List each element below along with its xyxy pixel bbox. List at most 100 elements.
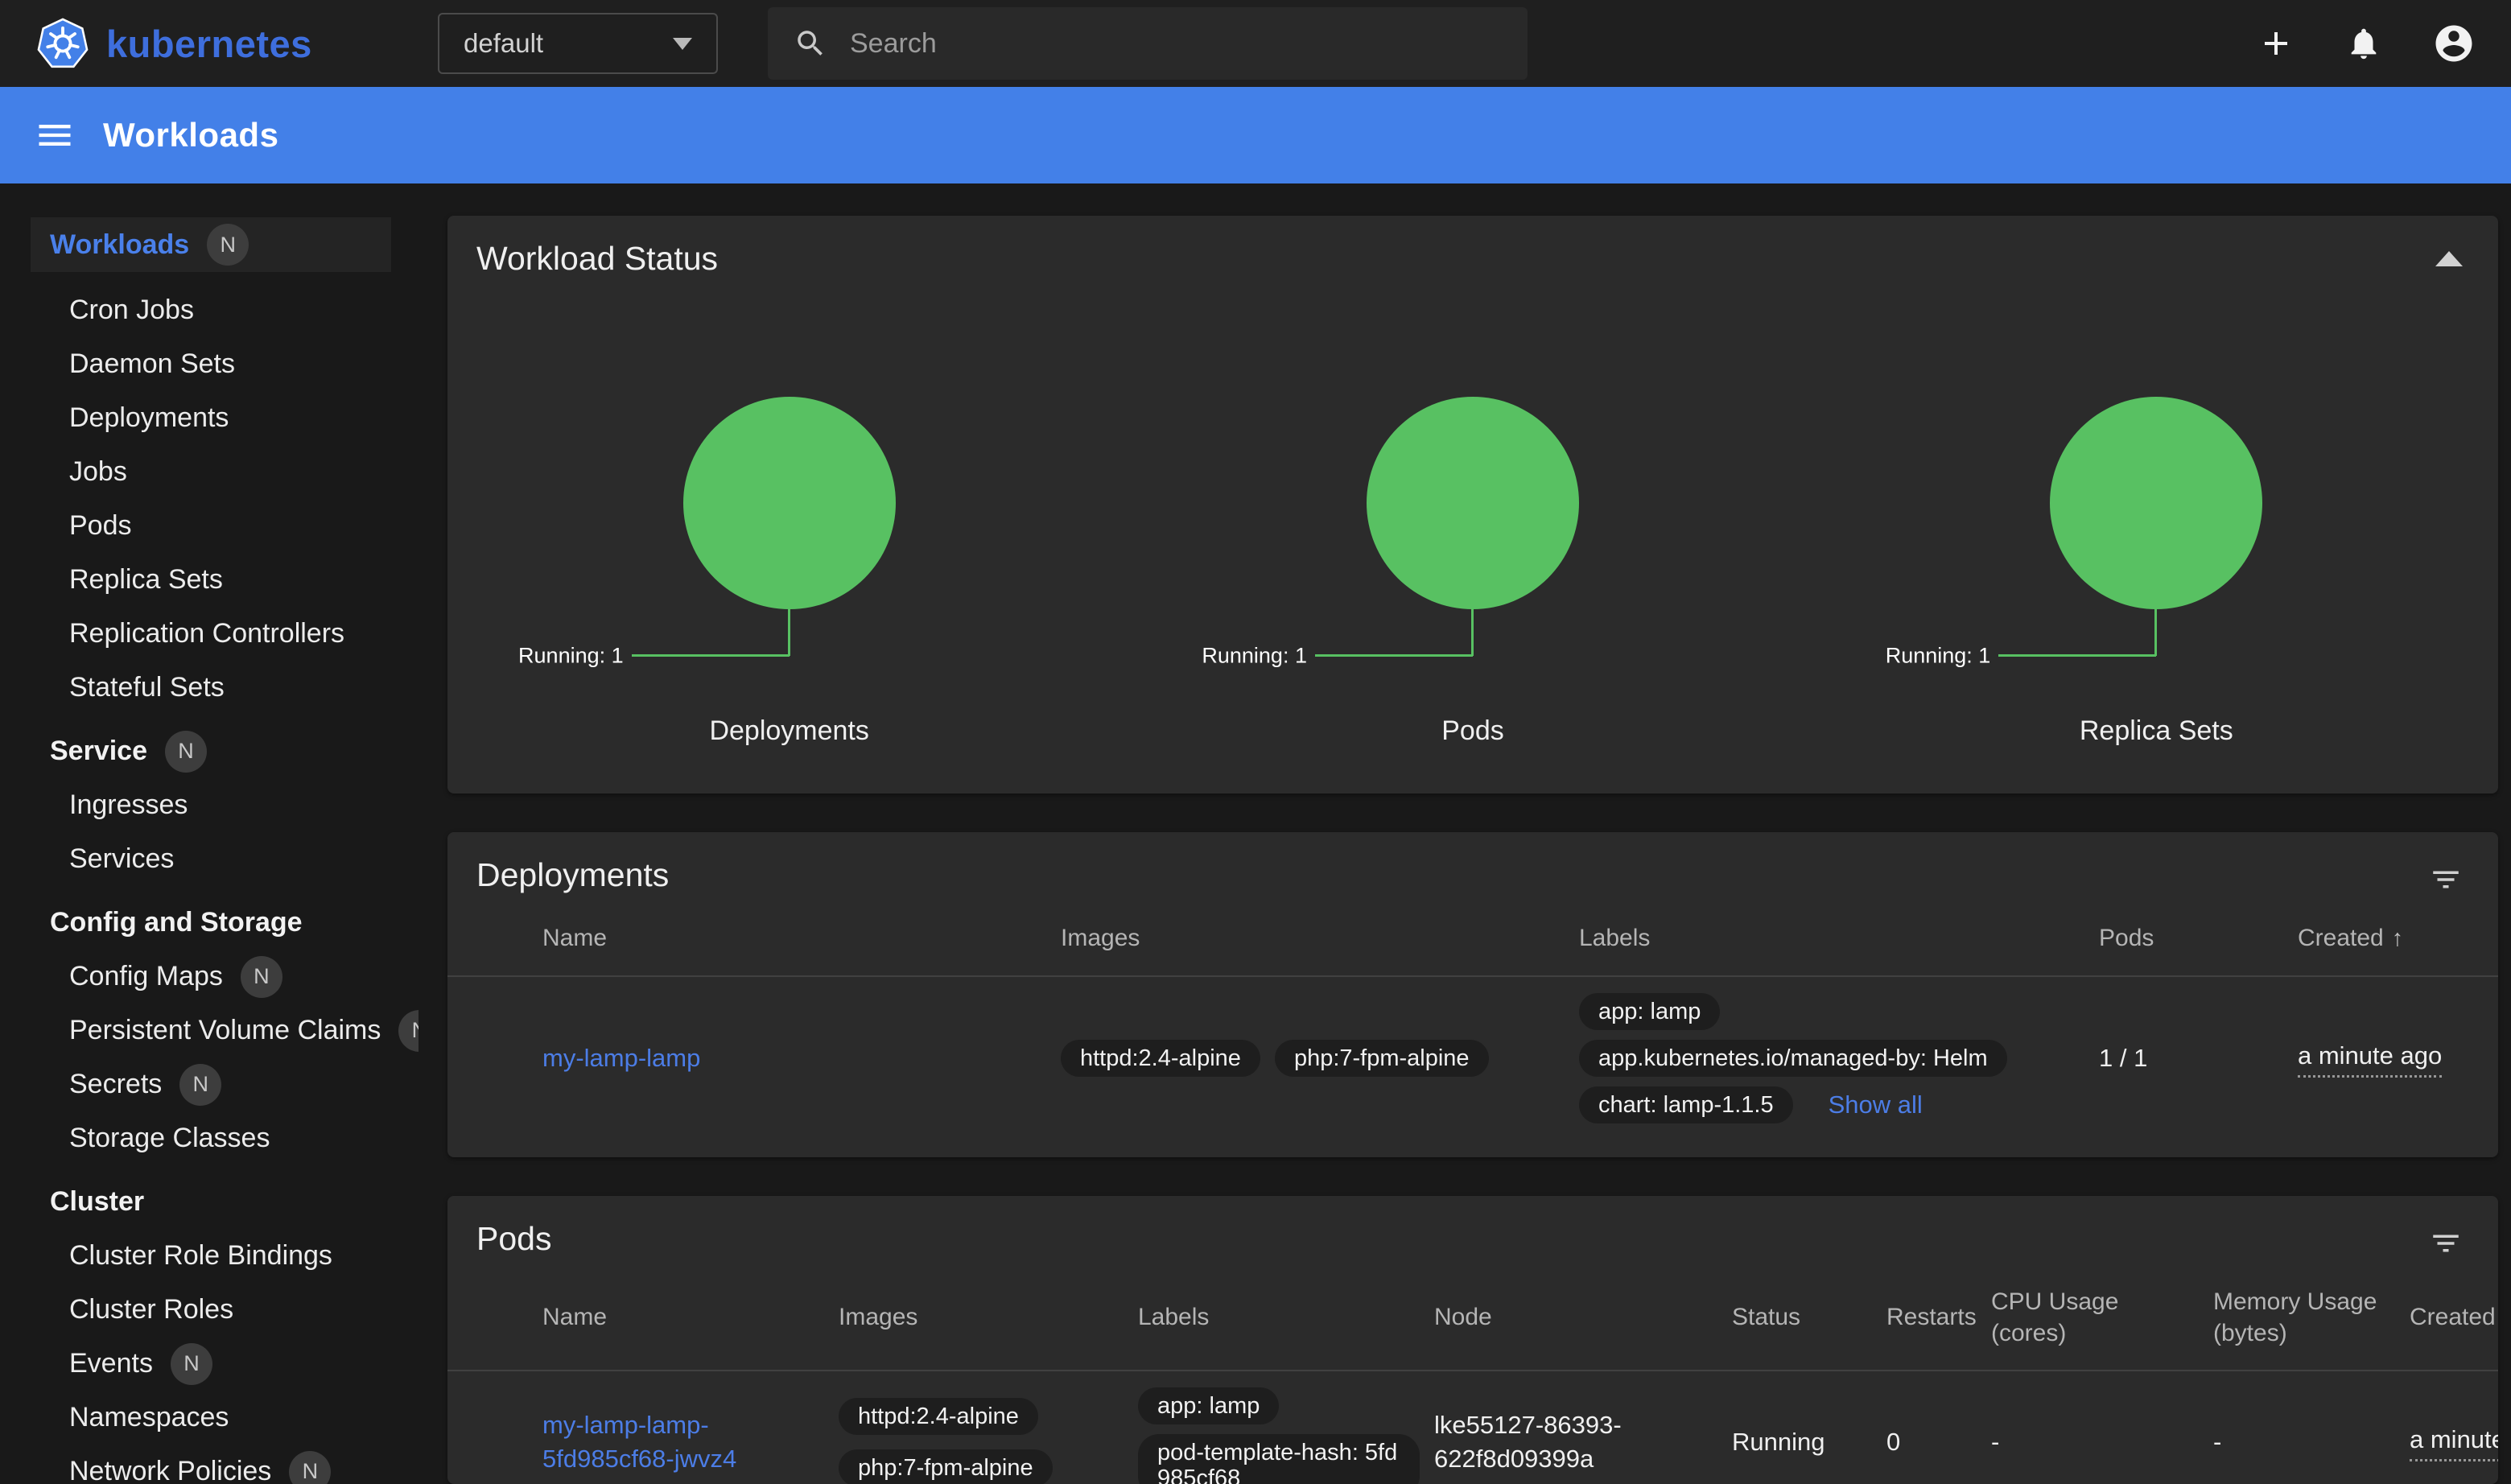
sidebar-item-label: Secrets xyxy=(69,1069,162,1100)
chart-name: Pods xyxy=(1441,715,1504,747)
sidebar-item-events[interactable]: Events N xyxy=(0,1337,418,1391)
column-header-labels[interactable]: Labels xyxy=(1579,922,2099,954)
namespace-selector[interactable]: default xyxy=(438,13,718,74)
column-header-status[interactable]: Status xyxy=(1732,1301,1886,1333)
filter-button[interactable] xyxy=(2429,863,2463,897)
card-title: Workload Status xyxy=(476,240,718,278)
sidebar-item-cron-jobs[interactable]: Cron Jobs xyxy=(0,283,418,337)
pods-ratio: 1 / 1 xyxy=(2099,1041,2298,1075)
deployments-pie-chart: Running: 1 Deployments xyxy=(447,397,1131,747)
restart-count: 0 xyxy=(1886,1425,1991,1459)
column-header-label: Created xyxy=(2410,1304,2496,1330)
leader-line xyxy=(1998,654,2156,657)
sidebar-item-network-policies[interactable]: Network Policies N xyxy=(0,1445,418,1484)
sidebar-item-ingresses[interactable]: Ingresses xyxy=(0,778,418,832)
column-header-created[interactable]: Created↑ xyxy=(2298,922,2498,954)
sidebar-item-replica-sets[interactable]: Replica Sets xyxy=(0,553,418,607)
sidebar-item-label: Persistent Volume Claims xyxy=(69,1015,381,1046)
column-header-cpu[interactable]: CPU Usage (cores) xyxy=(1991,1286,2213,1349)
namespaced-badge: N xyxy=(207,224,249,266)
search-icon xyxy=(794,27,827,60)
bell-icon xyxy=(2345,25,2382,62)
column-header-name[interactable]: Name xyxy=(542,922,1061,954)
sidebar-item-jobs[interactable]: Jobs xyxy=(0,445,418,499)
sidebar-section-cluster[interactable]: Cluster xyxy=(0,1175,418,1229)
pod-name-link[interactable]: my-lamp-lamp-5fd985cf68-jwvz4 xyxy=(542,1411,736,1473)
sidebar-item-secrets[interactable]: Secrets N xyxy=(0,1057,418,1111)
column-header-name[interactable]: Name xyxy=(542,1301,839,1333)
sidebar-item-workloads[interactable]: Workloads N xyxy=(31,217,391,272)
sidebar-item-label: Stateful Sets xyxy=(69,672,225,703)
create-button[interactable] xyxy=(2257,24,2295,63)
search-input[interactable] xyxy=(850,28,1502,60)
sidebar-item-daemon-sets[interactable]: Daemon Sets xyxy=(0,337,418,391)
sidebar-item-service[interactable]: Service N xyxy=(0,724,418,778)
sidebar-item-label: Workloads xyxy=(50,229,189,261)
sidebar-section-config-and-storage[interactable]: Config and Storage xyxy=(0,896,418,950)
leader-line xyxy=(632,654,790,657)
column-header-created[interactable]: Created↑ xyxy=(2410,1301,2498,1334)
namespaced-badge: N xyxy=(179,1064,221,1106)
created-ago: a minute ago xyxy=(2298,1039,2442,1078)
menu-button[interactable] xyxy=(34,114,76,156)
namespaced-badge: N xyxy=(289,1451,331,1484)
deployments-card: Deployments Name Images Labels Pods Crea… xyxy=(447,832,2498,1157)
brand[interactable]: kubernetes xyxy=(37,18,409,69)
label-chip: app: lamp xyxy=(1579,993,1720,1030)
sidebar-item-label: Daemon Sets xyxy=(69,348,235,380)
sidebar-item-cluster-role-bindings[interactable]: Cluster Role Bindings xyxy=(0,1229,418,1283)
kubernetes-logo-icon xyxy=(37,18,89,69)
leader-line xyxy=(1471,608,1474,656)
sidebar-item-persistent-volume-claims[interactable]: Persistent Volume Claims N xyxy=(0,1004,418,1057)
column-header-images[interactable]: Images xyxy=(839,1301,1138,1333)
column-header-images[interactable]: Images xyxy=(1061,922,1579,954)
pie-annotation: Running: 1 xyxy=(1886,644,1991,669)
replica-sets-pie-chart: Running: 1 Replica Sets xyxy=(1815,397,2498,747)
collapse-button[interactable] xyxy=(2435,240,2463,266)
card-title: Pods xyxy=(476,1220,551,1258)
label-chip: pod-template-hash: 5fd985cf68 xyxy=(1138,1434,1420,1484)
filter-button[interactable] xyxy=(2429,1226,2463,1260)
account-button[interactable] xyxy=(2432,22,2476,65)
sidebar-item-namespaces[interactable]: Namespaces xyxy=(0,1391,418,1445)
sidebar: Workloads N Cron Jobs Daemon Sets Deploy… xyxy=(0,183,418,1484)
workload-status-card: Workload Status Running: 1 Deployments xyxy=(447,216,2498,794)
sidebar-item-label: Namespaces xyxy=(69,1402,229,1433)
pods-table-header: Name Images Labels Node Status Restarts … xyxy=(447,1286,2498,1371)
sidebar-item-config-maps[interactable]: Config Maps N xyxy=(0,950,418,1004)
pie-annotation: Running: 1 xyxy=(518,644,624,669)
notifications-button[interactable] xyxy=(2345,25,2382,62)
node-name: lke55127-86393-622f8d09399a xyxy=(1434,1408,1732,1476)
show-all-link[interactable]: Show all xyxy=(1829,1088,1923,1122)
sidebar-item-label: Cron Jobs xyxy=(69,295,194,326)
sort-ascending-icon: ↑ xyxy=(2392,925,2404,951)
column-header-memory[interactable]: Memory Usage (bytes) xyxy=(2213,1286,2410,1349)
filter-list-icon xyxy=(2429,863,2463,897)
sidebar-item-label: Replica Sets xyxy=(69,564,223,596)
label-chip: app: lamp xyxy=(1138,1387,1279,1424)
column-header-pods[interactable]: Pods xyxy=(2099,922,2298,954)
created-ago: a minute ago xyxy=(2410,1423,2498,1461)
deployment-name-link[interactable]: my-lamp-lamp xyxy=(542,1044,700,1072)
sidebar-item-storage-classes[interactable]: Storage Classes xyxy=(0,1111,418,1165)
search-bar[interactable] xyxy=(768,7,1528,80)
column-header-node[interactable]: Node xyxy=(1434,1301,1732,1333)
topbar-actions xyxy=(2257,22,2476,65)
table-row: my-lamp-lamp httpd:2.4-alpine php:7-fpm-… xyxy=(447,977,2498,1141)
sidebar-item-label: Replication Controllers xyxy=(69,618,344,649)
leader-line xyxy=(1315,654,1473,657)
sidebar-item-cluster-roles[interactable]: Cluster Roles xyxy=(0,1283,418,1337)
sidebar-item-deployments[interactable]: Deployments xyxy=(0,391,418,445)
sidebar-item-replication-controllers[interactable]: Replication Controllers xyxy=(0,607,418,661)
sidebar-item-pods[interactable]: Pods xyxy=(0,499,418,553)
sidebar-item-services[interactable]: Services xyxy=(0,832,418,886)
cpu-usage: - xyxy=(1991,1425,2213,1459)
sidebar-item-stateful-sets[interactable]: Stateful Sets xyxy=(0,661,418,715)
column-header-labels[interactable]: Labels xyxy=(1138,1301,1434,1333)
sidebar-item-label: Service xyxy=(50,736,147,767)
image-chip: php:7-fpm-alpine xyxy=(839,1449,1053,1484)
column-header-restarts[interactable]: Restarts xyxy=(1886,1301,1991,1333)
sidebar-item-label: Cluster Roles xyxy=(69,1294,233,1325)
main-content: Workload Status Running: 1 Deployments xyxy=(418,183,2511,1484)
sidebar-item-label: Services xyxy=(69,843,174,875)
